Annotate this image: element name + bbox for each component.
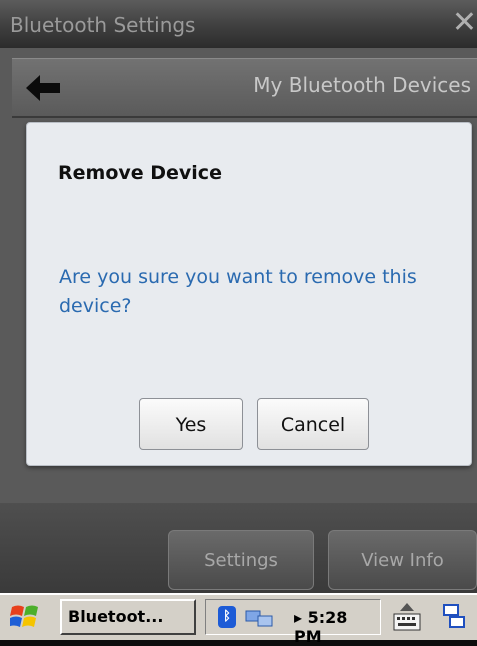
dialog-message: Are you sure you want to remove this dev… <box>59 266 417 317</box>
settings-button[interactable]: Settings <box>168 530 314 590</box>
taskbar: Bluetoot... ᛒ ▸ 5:28 PM <box>0 593 477 646</box>
system-tray: ᛒ ▸ 5:28 PM <box>205 599 381 646</box>
task-button-bluetooth[interactable]: Bluetoot... <box>60 599 196 635</box>
nav-bar: My Bluetooth Devices <box>12 58 477 117</box>
windows-start-icon[interactable] <box>8 603 40 631</box>
window-title: Bluetooth Settings <box>10 13 196 37</box>
bluetooth-icon[interactable]: ᛒ <box>218 606 236 628</box>
dialog-title: Remove Device <box>58 162 222 184</box>
divider <box>12 116 477 118</box>
keyboard-icon[interactable] <box>392 601 422 633</box>
close-icon[interactable]: ✕ <box>452 8 477 38</box>
input-panel-icon[interactable] <box>440 601 470 633</box>
network-icon[interactable] <box>244 607 284 629</box>
page-heading: My Bluetooth Devices <box>253 73 471 97</box>
arrow-left-icon[interactable] <box>26 75 62 101</box>
title-bar: Bluetooth Settings ✕ <box>0 0 477 48</box>
cancel-button[interactable]: Cancel <box>257 398 369 450</box>
yes-button[interactable]: Yes <box>139 398 243 450</box>
clock: ▸ 5:28 PM <box>294 608 348 646</box>
remove-device-dialog: Remove Device Are you sure you want to r… <box>26 122 472 466</box>
view-info-button[interactable]: View Info <box>328 530 477 590</box>
